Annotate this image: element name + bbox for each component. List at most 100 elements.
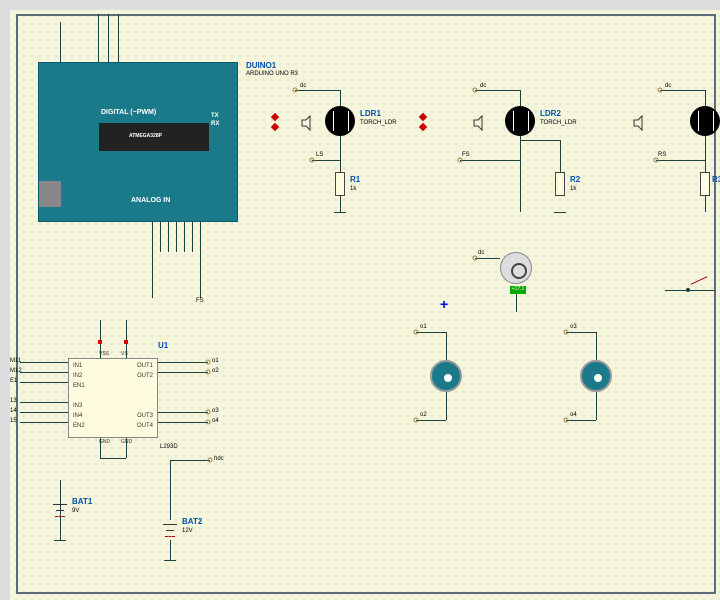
probe [124, 340, 128, 344]
terminal [414, 330, 419, 335]
speaker-icon [472, 114, 490, 132]
terminal [564, 418, 569, 423]
wire [475, 90, 520, 91]
net-e1: E1 [10, 378, 17, 384]
wire [152, 222, 153, 298]
wire [446, 392, 447, 420]
terminal [458, 158, 463, 163]
arduino-chip-text: ATMEGA328P [129, 133, 162, 139]
wire [596, 392, 597, 420]
wire [160, 222, 161, 252]
servo-readout: +17.1 [510, 286, 526, 294]
gnd [334, 212, 346, 213]
component-r1[interactable] [335, 172, 345, 196]
component-ldr2[interactable] [505, 106, 535, 136]
component-servo[interactable] [500, 252, 532, 284]
arduino-usb [39, 181, 61, 207]
ldr2-part: TORCH_LDR [540, 120, 577, 126]
net-fs: FS [196, 298, 204, 304]
component-bat2[interactable] [169, 520, 171, 540]
terminal [473, 88, 478, 93]
terminal [473, 256, 478, 261]
ldr2-ref: LDR2 [540, 110, 561, 118]
wire [170, 460, 171, 520]
gnd [554, 212, 566, 213]
net-o2: o2 [212, 368, 219, 374]
r2-ref: R2 [570, 176, 580, 184]
wire [100, 458, 126, 459]
ruler-left [0, 0, 10, 600]
net-o3: o3 [212, 408, 219, 414]
wire [566, 420, 596, 421]
component-r2[interactable] [555, 172, 565, 196]
wire [656, 160, 705, 161]
bat1-val: 9V [72, 508, 79, 514]
component-motor2[interactable] [580, 360, 612, 392]
terminal [206, 370, 211, 375]
wire [60, 22, 61, 62]
net-hdc: hdc [214, 456, 224, 462]
net-fs2: FS [462, 152, 470, 158]
wire [520, 140, 560, 141]
component-bat1[interactable] [59, 500, 61, 520]
gnd [54, 540, 66, 541]
terminal [293, 88, 298, 93]
wire [560, 140, 561, 172]
wire [184, 222, 185, 252]
wire [170, 540, 171, 560]
wire [312, 160, 340, 161]
net-rs: RS [658, 152, 666, 158]
arduino-part: ARDUINO UNO R3 [246, 71, 298, 77]
speaker-icon [632, 114, 650, 132]
wire [660, 90, 705, 91]
net-o4: o4 [212, 418, 219, 424]
wire [126, 320, 127, 358]
net-o3: o3 [570, 324, 577, 330]
gnd [164, 560, 176, 561]
bat2-ref: BAT2 [182, 518, 202, 526]
wire [176, 222, 177, 252]
wire [20, 402, 68, 403]
wire [446, 332, 447, 360]
net-13: 13 [10, 398, 17, 404]
cursor-cross: + [440, 296, 448, 312]
net-m11: M11 [10, 358, 21, 364]
net-m12: M12 [10, 368, 22, 374]
ldr1-ref: LDR1 [360, 110, 381, 118]
ruler-top [0, 0, 720, 10]
wire [126, 438, 127, 458]
wire [516, 294, 517, 312]
r3-ref: R3 [712, 176, 720, 184]
wire [475, 258, 500, 259]
r1-val: 1k [350, 186, 356, 192]
net-o4: o4 [570, 412, 577, 418]
wire [98, 14, 99, 62]
net-15: 15 [10, 418, 17, 424]
speaker-icon [300, 114, 318, 132]
wire [416, 420, 446, 421]
wire [100, 438, 101, 458]
net-o1: o1 [212, 358, 219, 364]
terminal [208, 458, 213, 463]
component-ldr1[interactable] [325, 106, 355, 136]
wire [20, 362, 68, 363]
component-u1[interactable]: IN1 IN2 EN1 IN3 IN4 EN2 OUT1 OUT2 OUT3 O… [68, 358, 158, 438]
net-dc: dc [478, 250, 484, 256]
wire [118, 14, 119, 62]
component-r3[interactable] [700, 172, 710, 196]
wire [100, 320, 101, 358]
net-14: 14 [10, 408, 17, 414]
component-ldr3[interactable] [690, 106, 720, 136]
arduino-ref: DUINO1 [246, 62, 276, 70]
wire [566, 332, 596, 333]
wire [20, 382, 68, 383]
node [686, 288, 690, 292]
terminal [658, 88, 663, 93]
wire [60, 520, 61, 540]
wire [665, 290, 715, 291]
component-arduino[interactable]: DIGITAL (~PWM) ANALOG IN ATMEGA328P TX R… [38, 62, 238, 222]
net-dc: dc [665, 83, 671, 89]
component-motor1[interactable] [430, 360, 462, 392]
schematic-canvas[interactable]: DIGITAL (~PWM) ANALOG IN ATMEGA328P TX R… [0, 0, 720, 600]
net-ls: LS [316, 152, 323, 158]
